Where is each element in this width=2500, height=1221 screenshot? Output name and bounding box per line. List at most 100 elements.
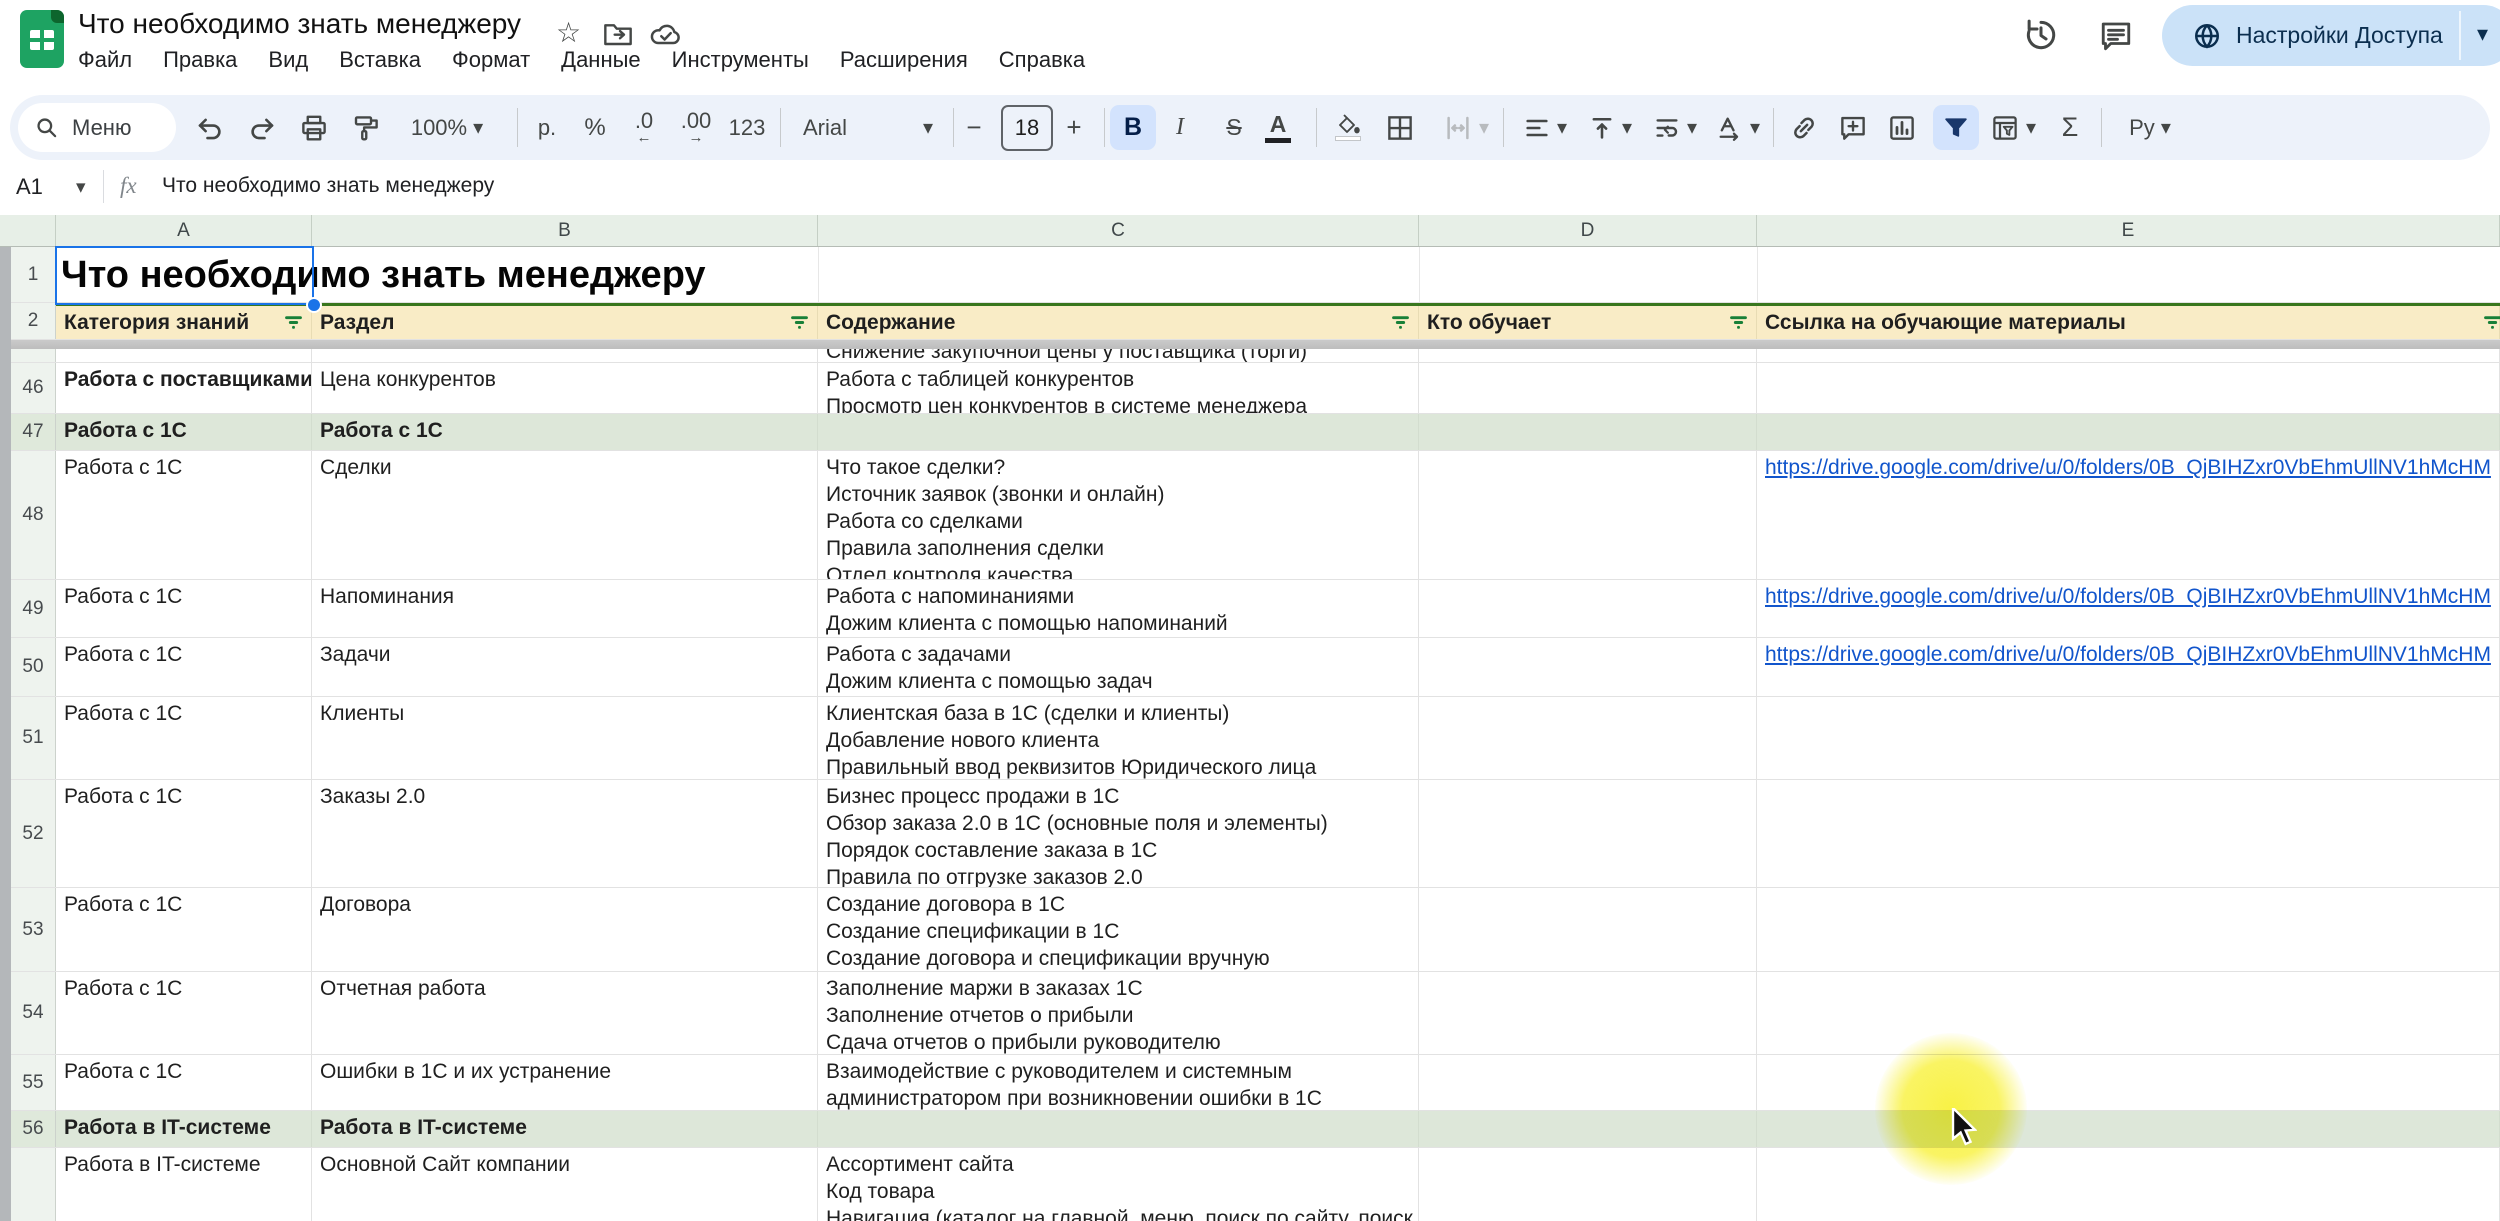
cell-a[interactable]: Работа с 1С <box>56 697 312 779</box>
sheet-title-cell[interactable]: Что необходимо знать менеджеру <box>61 254 706 297</box>
sheets-logo-icon[interactable] <box>20 10 64 68</box>
cell-a[interactable]: Работа с 1С <box>56 888 312 971</box>
row-number[interactable]: 56 <box>11 1111 56 1147</box>
cell-e[interactable] <box>1757 780 2500 887</box>
name-box[interactable]: A1 <box>16 174 43 200</box>
cell-a[interactable]: Работа с 1С <box>56 580 312 637</box>
cell-c[interactable]: Клиентская база в 1С (сделки и клиенты)Д… <box>818 697 1419 779</box>
bold-button[interactable]: B <box>1110 105 1156 150</box>
formula-bar-value[interactable]: Что необходимо знать менеджеру <box>162 174 494 198</box>
cell-b[interactable]: Договора <box>312 888 818 971</box>
font-select[interactable]: Arial ▾ <box>803 95 933 160</box>
cell-e[interactable] <box>1757 697 2500 779</box>
row-number[interactable]: 51 <box>11 697 56 779</box>
column-header-B[interactable]: B <box>312 215 818 246</box>
header-cell[interactable]: Кто обучает <box>1419 303 1757 339</box>
move-to-folder-icon[interactable] <box>602 20 634 48</box>
cell-d[interactable] <box>1419 363 1757 413</box>
cell-a[interactable]: Работа с 1С <box>56 972 312 1054</box>
cell-e[interactable] <box>1757 363 2500 413</box>
header-cell[interactable]: Ссылка на обучающие материалы <box>1757 303 2500 339</box>
redo-button[interactable] <box>247 95 277 160</box>
cell-e[interactable] <box>1757 1148 2500 1221</box>
fill-color-button[interactable] <box>1335 95 1361 160</box>
menu-item-Данные[interactable]: Данные <box>561 47 640 73</box>
cell-a[interactable]: Работа в IT-системе <box>56 1148 312 1221</box>
menu-item-Справка[interactable]: Справка <box>999 47 1085 73</box>
text-color-button[interactable]: A <box>1265 95 1291 160</box>
cell-d[interactable] <box>1419 888 1757 971</box>
row-number[interactable]: 49 <box>11 580 56 637</box>
cell-c[interactable]: Взаимодействие с руководителем и системн… <box>818 1055 1419 1110</box>
cell-a[interactable]: Работа с 1С <box>56 414 312 450</box>
menu-item-Расширения[interactable]: Расширения <box>840 47 968 73</box>
cell-d[interactable] <box>1419 972 1757 1054</box>
cell-c[interactable]: Бизнес процесс продажи в 1СОбзор заказа … <box>818 780 1419 887</box>
cell-c[interactable]: Ассортимент сайтаКод товараНавигация (ка… <box>818 1148 1419 1221</box>
italic-button[interactable]: I <box>1176 95 1184 160</box>
cell-d[interactable] <box>1419 349 1757 362</box>
currency-format-button[interactable]: р. <box>538 95 556 160</box>
row-number[interactable] <box>11 349 56 362</box>
increase-font-size-button[interactable]: + <box>1066 95 1081 160</box>
cell-c[interactable]: Работа с таблицей конкурентовПросмотр це… <box>818 363 1419 413</box>
cell-e[interactable] <box>1757 1055 2500 1110</box>
menu-item-Файл[interactable]: Файл <box>78 47 132 73</box>
menu-item-Правка[interactable]: Правка <box>163 47 237 73</box>
cell-d[interactable] <box>1419 780 1757 887</box>
row-number[interactable]: 46 <box>11 363 56 413</box>
cell-e[interactable] <box>1757 1111 2500 1147</box>
header-cell[interactable]: Содержание <box>818 303 1419 339</box>
filter-icon[interactable] <box>283 312 304 340</box>
insert-comment-button[interactable] <box>1838 95 1868 160</box>
strikethrough-button[interactable]: S <box>1226 95 1241 160</box>
share-button[interactable]: Настройки Доступа ▾ <box>2162 5 2500 66</box>
select-all-corner[interactable] <box>0 215 56 246</box>
insert-chart-button[interactable] <box>1887 95 1917 160</box>
share-dropdown-icon[interactable]: ▾ <box>2477 21 2488 47</box>
filter-icon[interactable] <box>1390 312 1411 340</box>
filter-views-button[interactable]: ▾ <box>1980 95 2046 160</box>
row-number[interactable]: 54 <box>11 972 56 1054</box>
cell-a[interactable]: Работа с 1С <box>56 780 312 887</box>
cell-e[interactable]: https://drive.google.com/drive/u/0/folde… <box>1757 638 2500 696</box>
cell-c[interactable]: Что такое сделки?Источник заявок (звонки… <box>818 451 1419 579</box>
cell-d[interactable] <box>1419 414 1757 450</box>
cell-b[interactable]: Цена конкурентов <box>312 363 818 413</box>
filter-icon[interactable] <box>1728 312 1749 340</box>
cell-d[interactable] <box>1419 697 1757 779</box>
column-header-C[interactable]: C <box>818 215 1419 246</box>
decrease-font-size-button[interactable]: − <box>966 95 981 160</box>
cloud-saved-icon[interactable] <box>648 20 684 48</box>
document-title[interactable]: Что необходимо знать менеджеру <box>78 8 521 40</box>
borders-button[interactable] <box>1385 95 1415 160</box>
cell-d[interactable] <box>1419 1111 1757 1147</box>
cell-a[interactable]: Работа с 1С <box>56 451 312 579</box>
decrease-decimal-button[interactable]: .0← <box>635 95 653 160</box>
menu-item-Вид[interactable]: Вид <box>268 47 308 73</box>
cell-c[interactable]: Создание договора в 1ССоздание специфика… <box>818 888 1419 971</box>
cell-b[interactable]: Клиенты <box>312 697 818 779</box>
drive-link[interactable]: https://drive.google.com/drive/u/0/folde… <box>1765 456 2491 479</box>
menu-item-Формат[interactable]: Формат <box>452 47 530 73</box>
cell-a[interactable]: Работа в IT-системе <box>56 1111 312 1147</box>
cell-b[interactable]: Задачи <box>312 638 818 696</box>
row-number[interactable] <box>11 1148 56 1221</box>
version-history-icon[interactable] <box>2022 16 2060 54</box>
column-header-E[interactable]: E <box>1757 215 2500 246</box>
input-tools-button[interactable]: Ру ▾ <box>2115 95 2185 160</box>
menu-item-Вставка[interactable]: Вставка <box>339 47 421 73</box>
insert-link-button[interactable] <box>1789 95 1819 160</box>
print-button[interactable] <box>299 95 329 160</box>
cell-c[interactable]: Снижение закупочной цены у поставщика (т… <box>818 349 1419 362</box>
row-number[interactable]: 55 <box>11 1055 56 1110</box>
row-number[interactable]: 47 <box>11 414 56 450</box>
name-box-caret-icon[interactable]: ▾ <box>76 176 86 199</box>
text-rotation-button[interactable]: ▾ <box>1705 95 1771 160</box>
cell-b[interactable]: Ошибки в 1С и их устранение <box>312 1055 818 1110</box>
font-size-input[interactable]: 18 <box>1001 95 1053 160</box>
more-formats-button[interactable]: 123 <box>729 95 766 160</box>
cell-c[interactable] <box>818 1111 1419 1147</box>
row-number[interactable]: 48 <box>11 451 56 579</box>
cell-e[interactable] <box>1757 972 2500 1054</box>
